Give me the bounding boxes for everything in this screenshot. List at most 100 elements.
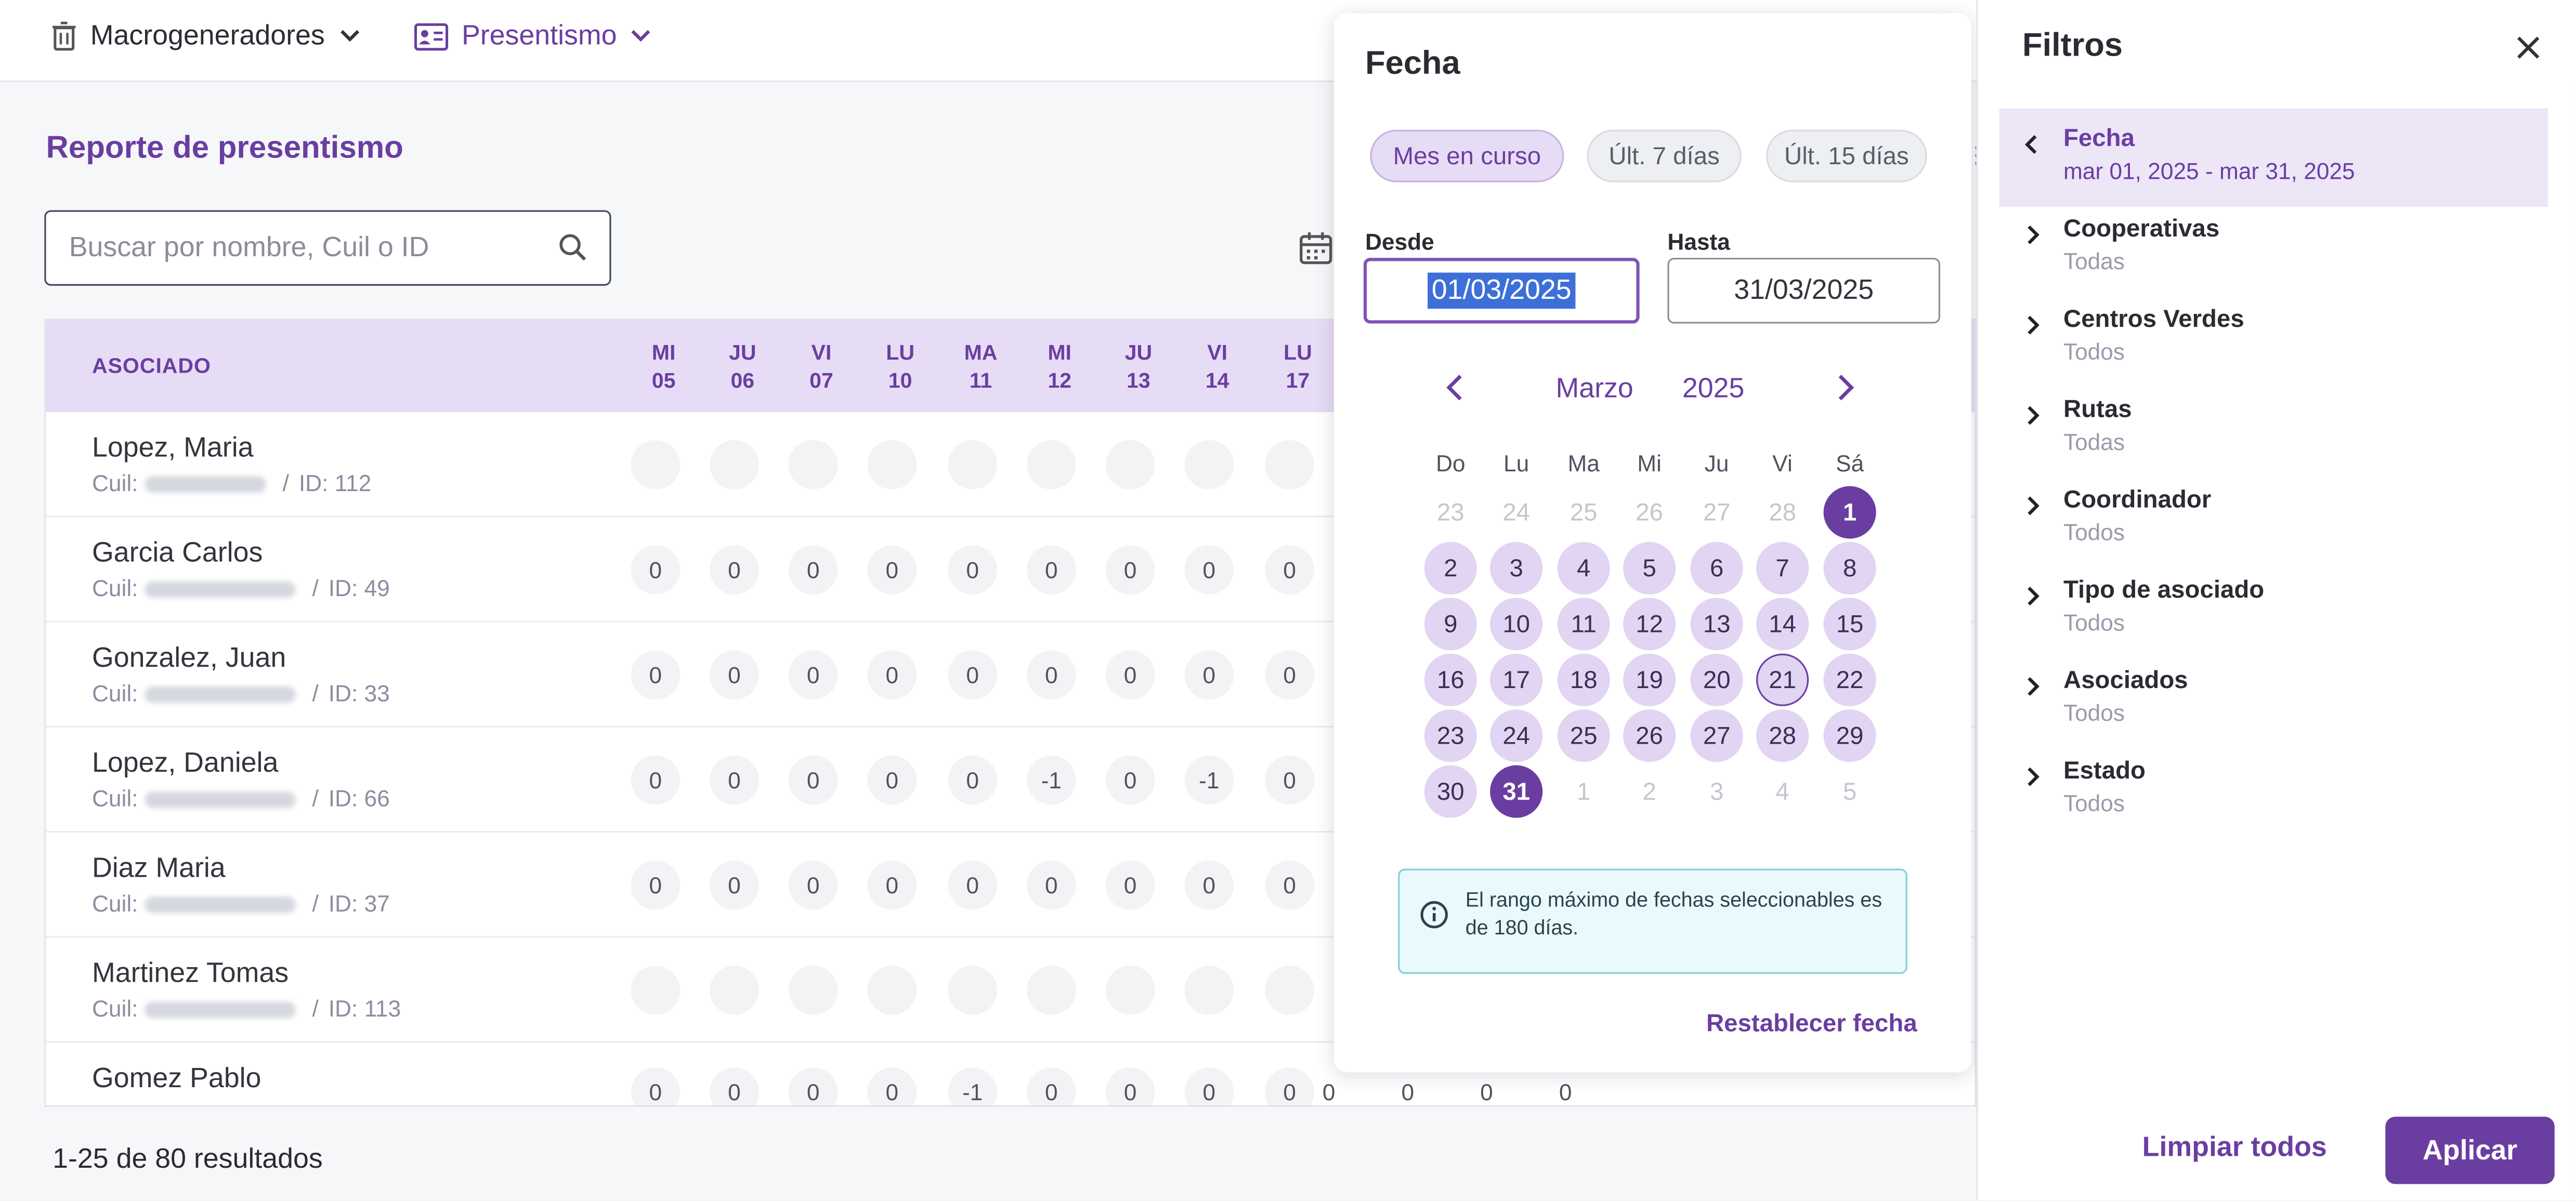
- attendance-cell[interactable]: 0: [1265, 545, 1314, 595]
- attendance-cell[interactable]: 0: [788, 545, 838, 595]
- calendar-day[interactable]: 13: [1690, 598, 1743, 651]
- calendar-day[interactable]: 27: [1690, 709, 1743, 762]
- calendar-day[interactable]: 11: [1557, 598, 1610, 651]
- filter-item-cooperativas[interactable]: Cooperativas Todas: [1999, 199, 2548, 297]
- attendance-cell[interactable]: 0: [1105, 860, 1155, 910]
- attendance-cell[interactable]: 0: [948, 755, 998, 805]
- preset-last-15-days[interactable]: Últ. 15 días: [1766, 129, 1927, 182]
- calendar-day[interactable]: 26: [1623, 709, 1676, 762]
- attendance-cell[interactable]: 0: [867, 860, 917, 910]
- attendance-cell[interactable]: 0: [948, 545, 998, 595]
- attendance-cell[interactable]: 0: [867, 545, 917, 595]
- attendance-cell[interactable]: 0: [867, 650, 917, 700]
- apply-button[interactable]: Aplicar: [2385, 1116, 2555, 1184]
- next-month-icon[interactable]: [1832, 371, 1858, 404]
- attendance-cell[interactable]: 0: [631, 650, 681, 700]
- attendance-cell[interactable]: 0: [1105, 650, 1155, 700]
- attendance-cell[interactable]: 0: [1323, 1079, 1336, 1105]
- attendance-cell[interactable]: 0: [1105, 1067, 1155, 1105]
- attendance-cell[interactable]: 0: [710, 755, 759, 805]
- attendance-cell[interactable]: 0: [710, 1067, 759, 1105]
- crumb-macrogeneradores[interactable]: Macrogeneradores: [51, 20, 361, 52]
- filter-item-estado[interactable]: Estado Todos: [1999, 741, 2548, 839]
- calendar-day[interactable]: 14: [1756, 598, 1809, 651]
- attendance-cell[interactable]: [710, 966, 759, 1015]
- attendance-cell[interactable]: 0: [1184, 860, 1234, 910]
- filter-item-tipo-de-asociado[interactable]: Tipo de asociado Todos: [1999, 560, 2548, 659]
- close-icon[interactable]: [2514, 33, 2543, 62]
- attendance-cell[interactable]: [1027, 440, 1076, 490]
- year-label[interactable]: 2025: [1682, 373, 1745, 405]
- attendance-cell[interactable]: [710, 440, 759, 490]
- attendance-cell[interactable]: -1: [948, 1067, 998, 1105]
- calendar-day[interactable]: 24: [1490, 709, 1543, 762]
- attendance-cell[interactable]: [867, 966, 917, 1015]
- calendar-day[interactable]: 29: [1823, 709, 1876, 762]
- calendar-day[interactable]: 5: [1623, 542, 1676, 595]
- calendar-day[interactable]: 27: [1691, 486, 1743, 538]
- calendar-day[interactable]: 10: [1490, 598, 1543, 651]
- attendance-cell[interactable]: [788, 440, 838, 490]
- prev-month-icon[interactable]: [1442, 371, 1469, 404]
- calendar-day[interactable]: 28: [1756, 709, 1809, 762]
- calendar-day[interactable]: 15: [1823, 598, 1876, 651]
- attendance-cell[interactable]: 0: [867, 755, 917, 805]
- preset-current-month[interactable]: Mes en curso: [1370, 129, 1564, 182]
- attendance-cell[interactable]: 0: [1184, 545, 1234, 595]
- attendance-cell[interactable]: 0: [631, 1067, 681, 1105]
- search-input[interactable]: Buscar por nombre, Cuil o ID: [44, 210, 611, 286]
- calendar-day[interactable]: 24: [1490, 486, 1542, 538]
- attendance-cell[interactable]: 0: [1105, 545, 1155, 595]
- calendar-day[interactable]: 5: [1824, 766, 1876, 818]
- attendance-cell[interactable]: [1265, 440, 1314, 490]
- attendance-cell[interactable]: 0: [1401, 1079, 1414, 1105]
- calendar-day[interactable]: 23: [1424, 709, 1477, 762]
- attendance-cell[interactable]: [1027, 966, 1076, 1015]
- calendar-day[interactable]: 31: [1490, 765, 1543, 818]
- attendance-cell[interactable]: 0: [710, 650, 759, 700]
- attendance-cell[interactable]: [631, 440, 681, 490]
- attendance-cell[interactable]: 0: [1265, 650, 1314, 700]
- calendar-day[interactable]: 23: [1424, 486, 1477, 538]
- calendar-day[interactable]: 1: [1823, 486, 1876, 539]
- calendar-day[interactable]: 30: [1424, 765, 1477, 818]
- attendance-cell[interactable]: -1: [1184, 755, 1234, 805]
- attendance-cell[interactable]: 0: [948, 860, 998, 910]
- filter-item-rutas[interactable]: Rutas Todas: [1999, 379, 2548, 478]
- attendance-cell[interactable]: -1: [1027, 755, 1076, 805]
- crumb-presentismo[interactable]: Presentismo: [414, 20, 653, 52]
- attendance-cell[interactable]: 0: [1559, 1079, 1572, 1105]
- calendar-day[interactable]: 25: [1557, 709, 1610, 762]
- from-date-input[interactable]: 01/03/2025: [1363, 258, 1640, 324]
- calendar-day[interactable]: 7: [1756, 542, 1809, 595]
- attendance-cell[interactable]: 0: [948, 650, 998, 700]
- calendar-day[interactable]: 21: [1756, 653, 1809, 706]
- calendar-day[interactable]: 8: [1823, 542, 1876, 595]
- attendance-cell[interactable]: 0: [1184, 650, 1234, 700]
- reset-date-button[interactable]: Restablecer fecha: [1706, 1010, 1917, 1038]
- attendance-cell[interactable]: [1105, 440, 1155, 490]
- attendance-cell[interactable]: 0: [867, 1067, 917, 1105]
- filter-item-centros-verdes[interactable]: Centros Verdes Todos: [1999, 289, 2548, 388]
- calendar-day[interactable]: 17: [1490, 653, 1543, 706]
- calendar-day[interactable]: 26: [1623, 486, 1676, 538]
- calendar-day[interactable]: 20: [1690, 653, 1743, 706]
- filter-item-coordinador[interactable]: Coordinador Todos: [1999, 470, 2548, 569]
- calendar-icon[interactable]: [1298, 230, 1334, 266]
- search-icon[interactable]: [557, 232, 590, 265]
- calendar-day[interactable]: 2: [1424, 542, 1477, 595]
- calendar-day[interactable]: 25: [1558, 486, 1610, 538]
- attendance-cell[interactable]: [1265, 966, 1314, 1015]
- attendance-cell[interactable]: 0: [1480, 1079, 1493, 1105]
- calendar-day[interactable]: 18: [1557, 653, 1610, 706]
- attendance-cell[interactable]: [788, 966, 838, 1015]
- calendar-day[interactable]: 16: [1424, 653, 1477, 706]
- calendar-day[interactable]: 4: [1557, 542, 1610, 595]
- calendar-day[interactable]: 3: [1490, 542, 1543, 595]
- calendar-day[interactable]: 6: [1690, 542, 1743, 595]
- attendance-cell[interactable]: [631, 966, 681, 1015]
- calendar-day[interactable]: 4: [1756, 766, 1809, 818]
- attendance-cell[interactable]: 0: [1265, 860, 1314, 910]
- filter-item-fecha[interactable]: Fecha mar 01, 2025 - mar 31, 2025: [1999, 108, 2548, 207]
- attendance-cell[interactable]: 0: [631, 545, 681, 595]
